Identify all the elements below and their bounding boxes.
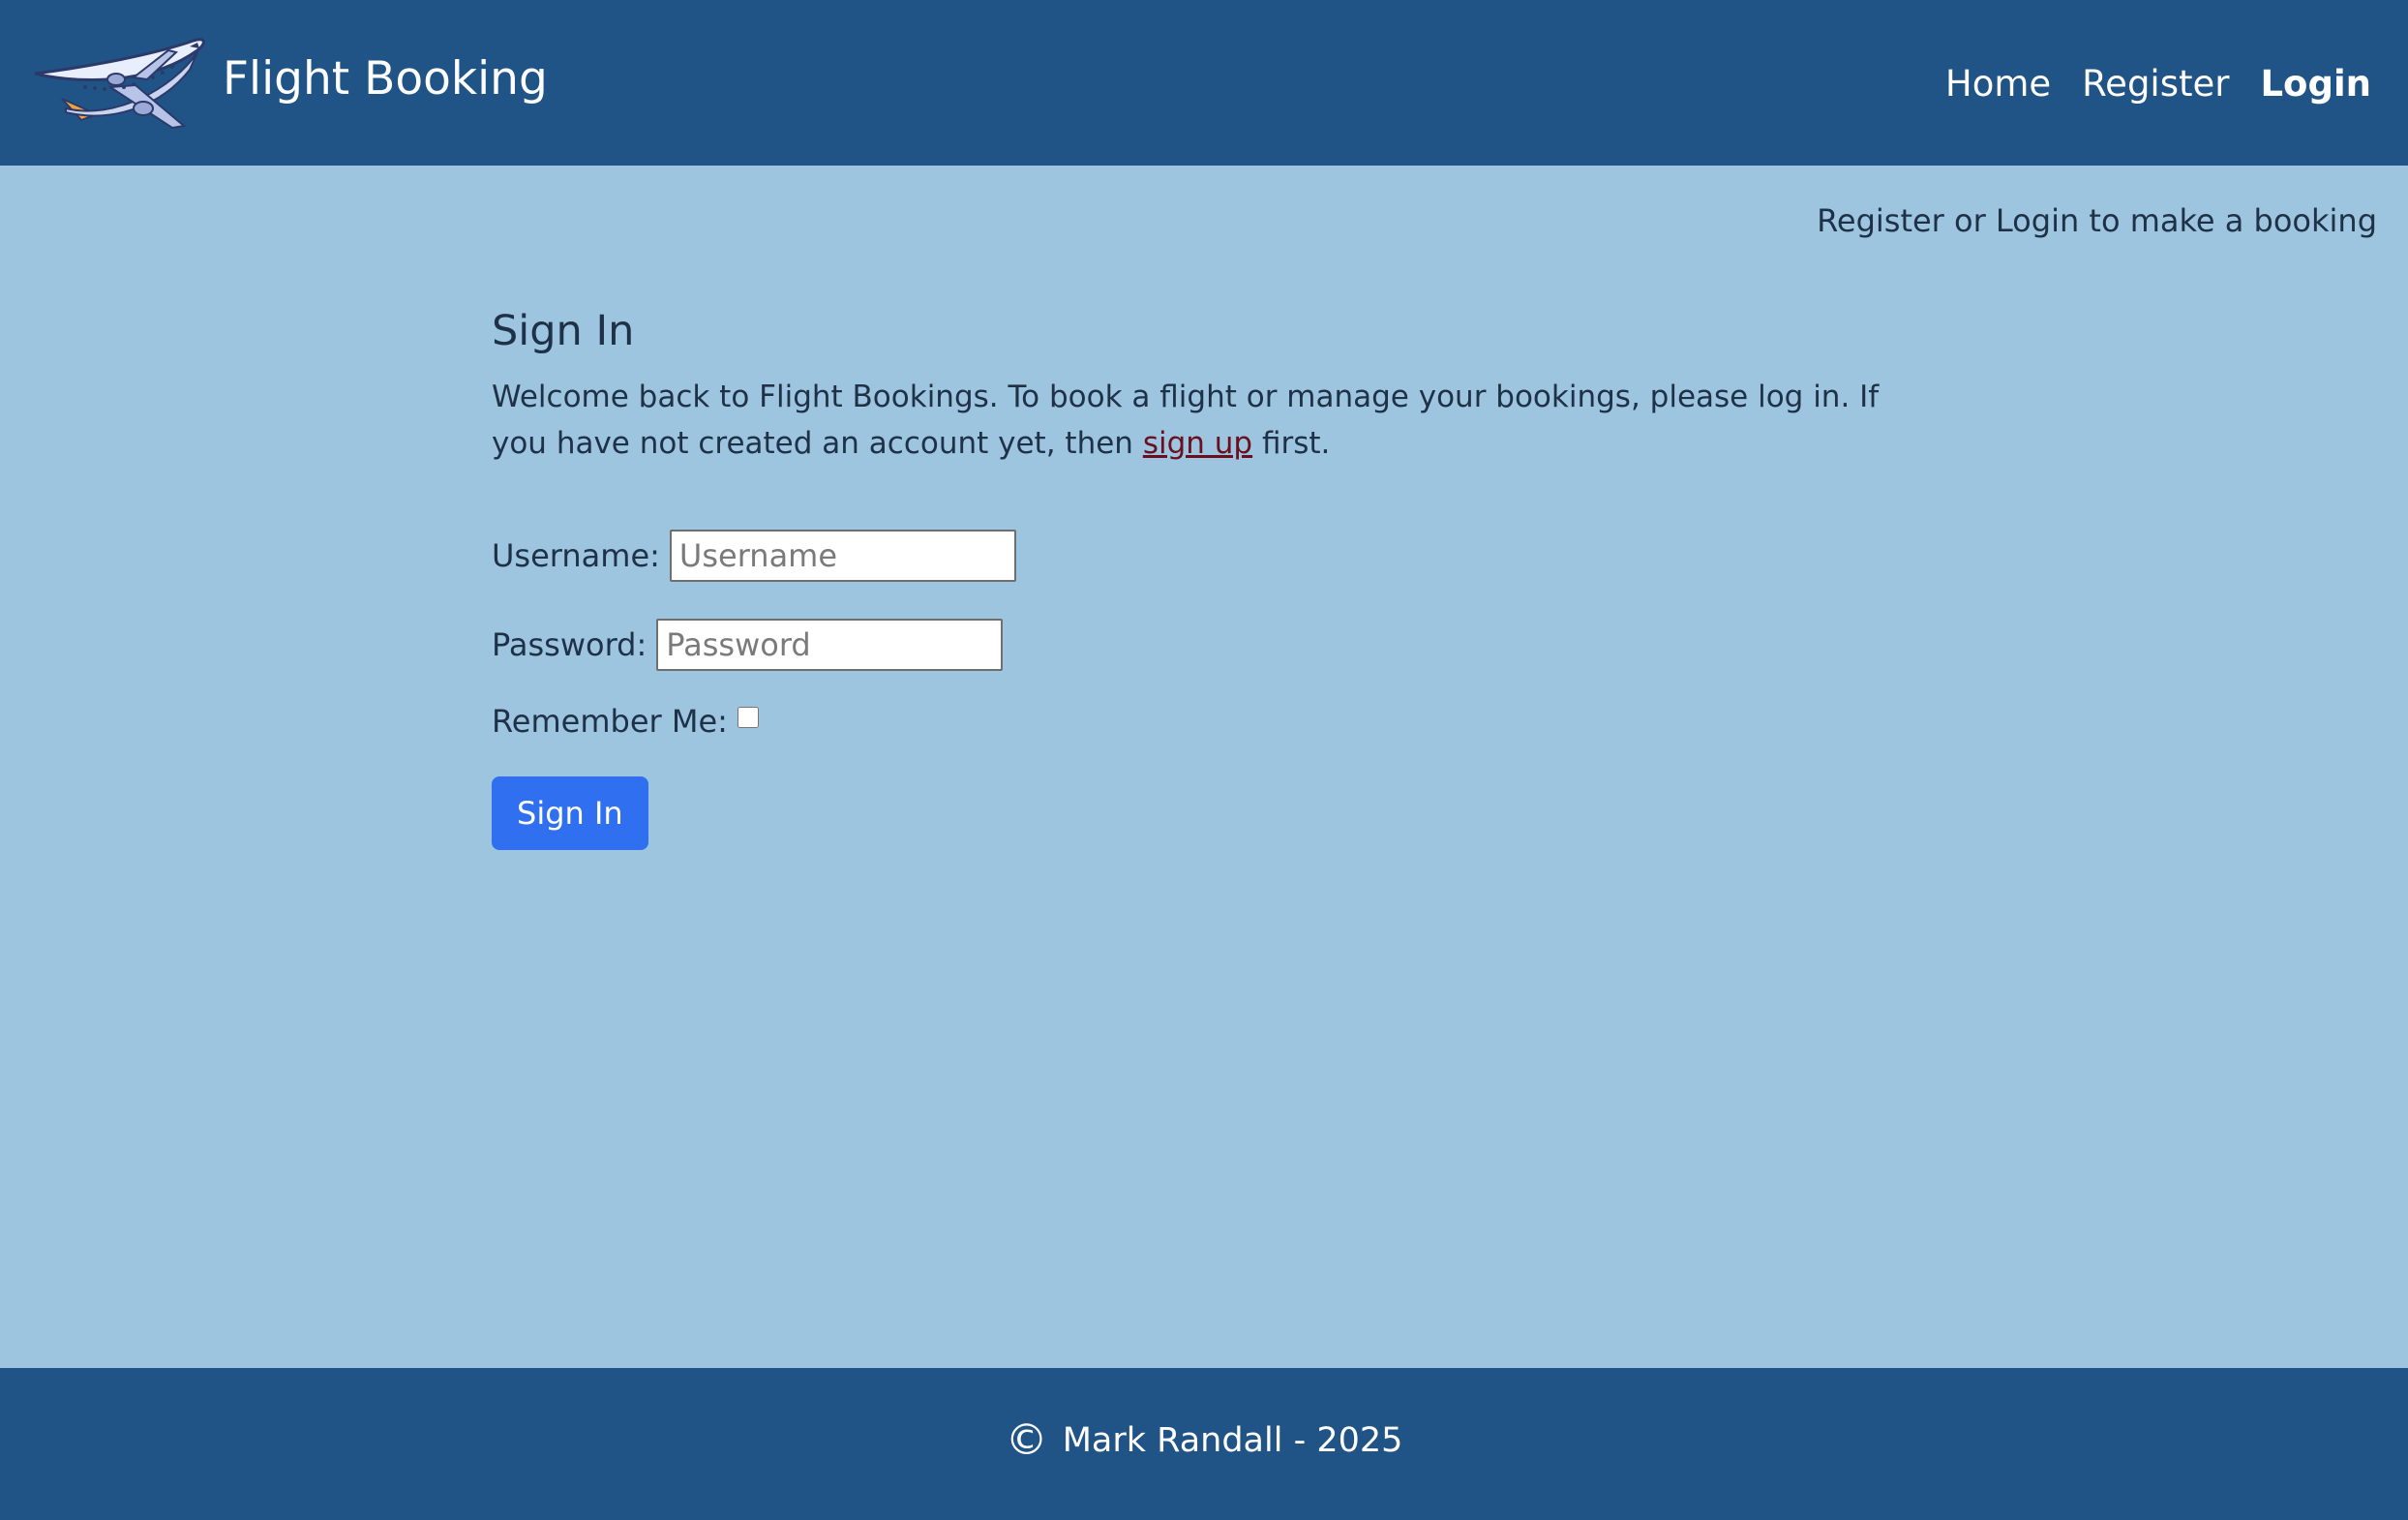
intro-text-end: first.	[1261, 426, 1331, 461]
remember-me-checkbox[interactable]	[737, 707, 759, 728]
footer-copyright: © Mark Randall - 2025	[0, 1416, 2408, 1465]
nav-link-home[interactable]: Home	[1945, 56, 2051, 112]
airplane-icon[interactable]	[27, 31, 209, 136]
username-label: Username:	[492, 537, 660, 574]
sign-in-button[interactable]: Sign In	[492, 776, 648, 850]
page-title: Sign In	[492, 307, 635, 355]
remember-row: Remember Me:	[492, 697, 1924, 745]
intro-paragraph: Welcome back to Flight Bookings. To book…	[492, 374, 1924, 467]
username-input[interactable]	[669, 530, 1016, 582]
brand-title[interactable]: Flight Booking	[223, 50, 548, 108]
navbar: Flight Booking Home Register Login	[0, 0, 2408, 166]
username-row: Username:	[492, 527, 1924, 585]
password-label: Password:	[492, 626, 647, 663]
footer: © Mark Randall - 2025	[0, 1368, 2408, 1520]
login-form: Username: Password: Remember Me: Sign In	[492, 527, 1924, 850]
footer-copyright-text: Mark Randall - 2025	[1062, 1421, 1403, 1460]
signin-section: Sign In Welcome back to Flight Bookings.…	[492, 300, 1924, 850]
main-nav: Home Register Login	[1945, 56, 2371, 112]
copyright-icon: ©	[1005, 1415, 1048, 1465]
remember-me-label: Remember Me:	[492, 703, 728, 740]
password-row: Password:	[492, 616, 1924, 674]
signup-link[interactable]: sign up	[1143, 426, 1252, 461]
nav-link-register[interactable]: Register	[2082, 56, 2229, 112]
login-status-message: Register or Login to make a booking	[1817, 202, 2377, 239]
nav-link-login[interactable]: Login	[2260, 56, 2371, 112]
password-input[interactable]	[656, 619, 1004, 671]
